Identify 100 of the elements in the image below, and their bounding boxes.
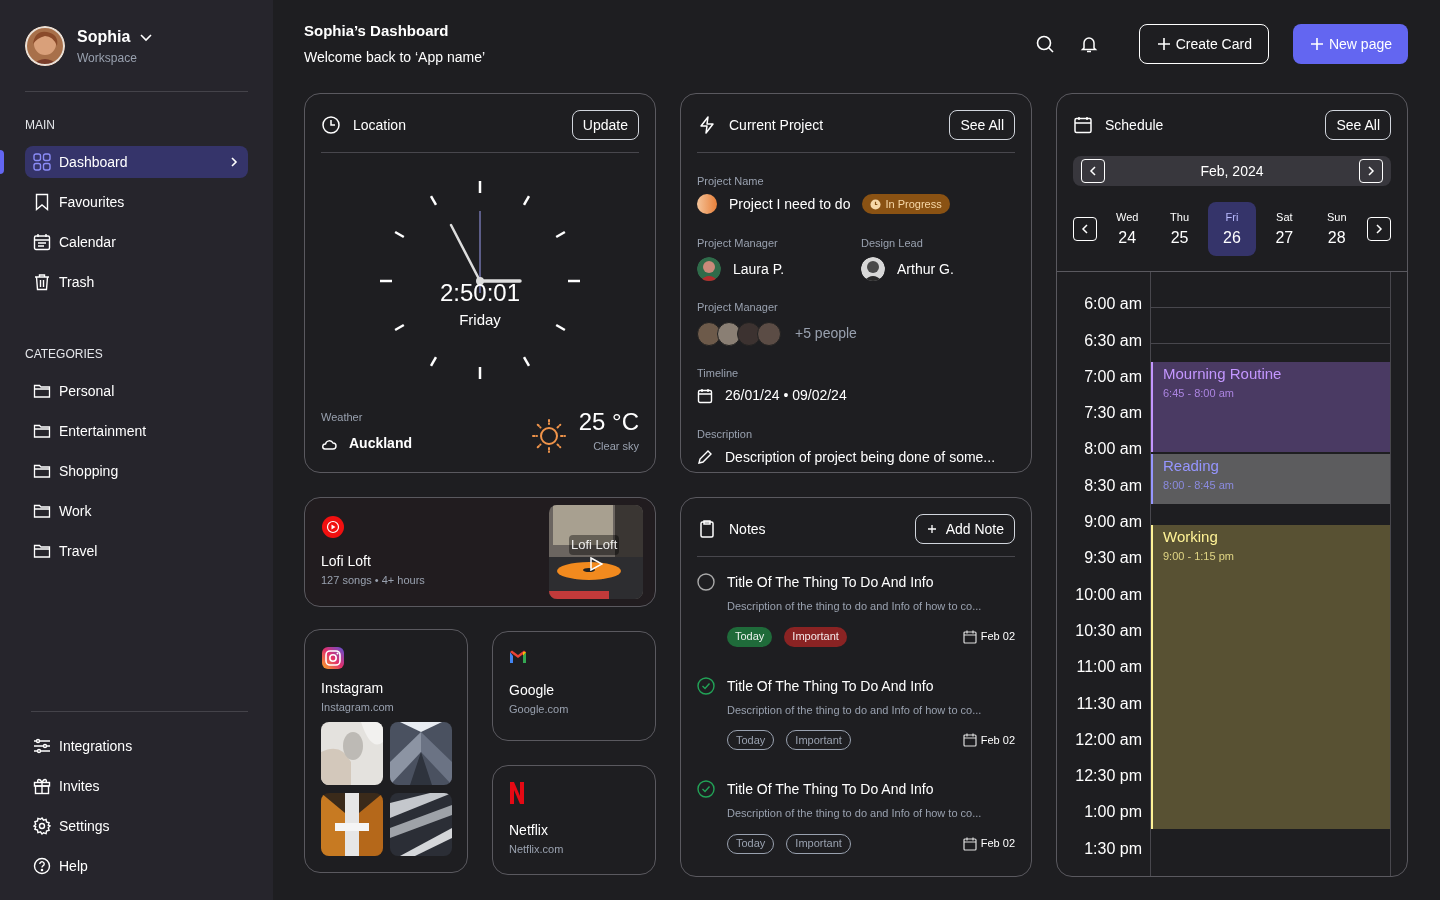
- link-url: Netflix.com: [509, 842, 565, 857]
- tag: Important: [784, 626, 847, 647]
- chevron-left-icon: [1079, 223, 1091, 236]
- workspace-label: Workspace: [77, 50, 138, 67]
- plus-icon: [1308, 36, 1325, 52]
- see-all-button[interactable]: See All: [1325, 110, 1391, 140]
- sun-icon: [530, 418, 567, 454]
- netflix-card[interactable]: Netflix Netflix.com: [492, 765, 656, 875]
- next-month-button[interactable]: [1359, 159, 1383, 184]
- calendar-icon: [33, 233, 51, 251]
- person-name: Arthur G.: [897, 259, 954, 279]
- sidebar-item[interactable]: Work: [25, 495, 248, 527]
- status-badge: In Progress: [862, 194, 950, 214]
- sidebar-item[interactable]: Entertainment: [25, 415, 248, 447]
- lightning-icon: [697, 115, 717, 135]
- bookmark-icon: [33, 193, 51, 211]
- clock-icon: [321, 115, 341, 135]
- month-label: Feb, 2024: [1199, 161, 1265, 181]
- sidebar-item[interactable]: Trash: [25, 266, 248, 298]
- day-tab[interactable]: Wed 24: [1103, 202, 1152, 257]
- card-title: Current Project: [729, 115, 824, 135]
- schedule-event[interactable]: Working 9:00 - 1:15 pm: [1151, 525, 1390, 830]
- time-label: 9:30 am: [1084, 549, 1142, 569]
- chevron-right-icon: [228, 156, 240, 168]
- mail-logo-icon: [509, 650, 527, 664]
- note-title: Title Of The Thing To Do And Info: [727, 780, 935, 798]
- time-label: 9:00 am: [1084, 513, 1142, 533]
- calendar-icon: [962, 629, 977, 644]
- checked-circle-icon[interactable]: [697, 676, 715, 695]
- time-label: 11:30 am: [1076, 694, 1142, 714]
- plus-icon: [1155, 36, 1172, 52]
- time-label: 10:00 am: [1075, 585, 1142, 605]
- thumbnail-caption: Lofi Loft: [569, 535, 620, 555]
- time-label: 1:00 pm: [1084, 803, 1142, 823]
- add-note-button[interactable]: Add Note: [914, 514, 1015, 544]
- checked-circle-icon[interactable]: [697, 780, 715, 798]
- clipboard-icon: [697, 519, 717, 539]
- gift-icon: [33, 777, 51, 795]
- field-label: Project Manager: [697, 300, 779, 315]
- new-page-button[interactable]: New page: [1292, 24, 1408, 64]
- notification-bell-icon[interactable]: [1078, 34, 1099, 54]
- field-label: Timeline: [697, 365, 740, 381]
- previous-month-button[interactable]: [1081, 159, 1105, 184]
- sidebar-item[interactable]: Calendar: [25, 226, 248, 258]
- sidebar-item[interactable]: Settings: [25, 810, 248, 842]
- sidebar-item[interactable]: Help: [25, 850, 248, 882]
- google-card[interactable]: Google Google.com: [492, 631, 656, 741]
- day-tab[interactable]: Sun 28: [1312, 202, 1361, 257]
- sidebar-item[interactable]: Travel: [25, 535, 248, 567]
- update-button[interactable]: Update: [571, 110, 639, 140]
- sidebar-item[interactable]: Personal: [25, 375, 248, 407]
- next-week-button[interactable]: [1367, 217, 1391, 242]
- chevron-right-icon: [1365, 165, 1377, 178]
- link-title: Instagram: [321, 679, 385, 698]
- previous-week-button[interactable]: [1073, 217, 1097, 242]
- create-card-button[interactable]: Create Card: [1138, 24, 1269, 64]
- section-label: CATEGORIES: [25, 346, 104, 363]
- sidebar-item[interactable]: Invites: [25, 770, 248, 802]
- music-card[interactable]: Lofi Loft 127 songs • 4+ hours Lofi Loft: [304, 497, 656, 607]
- folder-icon: [33, 382, 51, 400]
- search-icon[interactable]: [1034, 34, 1055, 54]
- link-url: Instagram.com: [321, 700, 395, 715]
- note-description: Description of the thing to do and Info of how to co...: [727, 806, 983, 821]
- time-label: 7:30 am: [1084, 404, 1142, 424]
- clock-time: 2:50:01: [439, 281, 521, 305]
- note-description: Description of the thing to do and Info of how to co...: [727, 702, 983, 718]
- profile-name: Sophia: [77, 27, 131, 47]
- card-title: Schedule: [1105, 115, 1164, 135]
- instagram-card[interactable]: Instagram Instagram.com: [304, 629, 468, 873]
- note-title: Title Of The Thing To Do And Info: [727, 676, 935, 695]
- sidebar-item[interactable]: Integrations: [25, 730, 248, 762]
- playlist-meta: 127 songs • 4+ hours: [321, 573, 425, 589]
- plus-icon: [925, 523, 938, 535]
- sidebar-item[interactable]: Favourites: [25, 186, 248, 218]
- letter-logo-icon: [509, 782, 525, 804]
- card-title: Location: [353, 115, 406, 135]
- more-people-count: +5 people: [795, 324, 857, 343]
- field-label: Description: [697, 427, 754, 442]
- help-icon: [33, 857, 51, 875]
- link-title: Netflix: [509, 821, 549, 840]
- folder-icon: [33, 462, 51, 480]
- see-all-button[interactable]: See All: [949, 110, 1015, 140]
- day-tab[interactable]: Sat 27: [1260, 202, 1309, 257]
- project-name: Project I need to do: [729, 194, 851, 214]
- folder-icon: [33, 542, 51, 560]
- day-tab[interactable]: Fri 26: [1207, 202, 1256, 257]
- camera-logo-icon: [321, 646, 345, 670]
- link-title: Google: [509, 681, 556, 700]
- day-tab[interactable]: Thu 25: [1155, 202, 1204, 257]
- note-description: Description of the thing to do and Info of how to co...: [727, 599, 983, 614]
- grid-icon: [33, 153, 51, 171]
- play-icon[interactable]: [589, 557, 603, 571]
- unchecked-circle-icon[interactable]: [697, 573, 715, 591]
- schedule-event[interactable]: Mourning Routine 6:45 - 8:00 am: [1151, 362, 1390, 453]
- city-name: Auckland: [349, 434, 412, 453]
- sidebar-item[interactable]: Shopping: [25, 455, 248, 487]
- trash-icon: [33, 273, 51, 291]
- field-label: Design Lead: [861, 235, 924, 251]
- page-subtitle: Welcome back to ‘App name’: [304, 47, 486, 67]
- time-label: 8:30 am: [1084, 476, 1142, 496]
